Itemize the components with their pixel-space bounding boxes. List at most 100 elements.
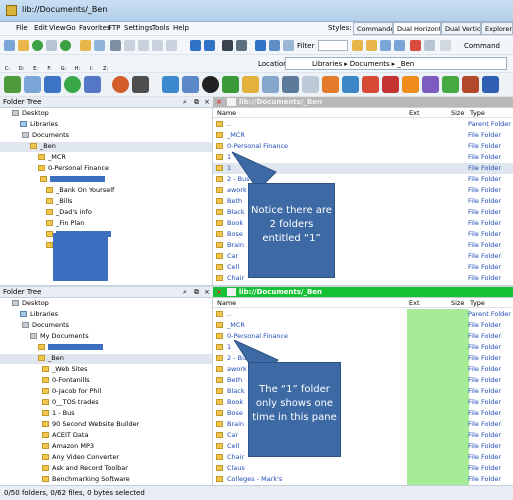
refresh-icon[interactable] [94,40,105,51]
rename-icon[interactable] [424,40,435,51]
column-type[interactable]: Type [470,109,485,117]
tree-item[interactable]: 0__TOS trades [42,398,99,408]
forward-icon[interactable] [60,40,71,51]
close-icon[interactable]: × [204,288,210,296]
drive-i-button[interactable]: I: [87,60,96,72]
column-ext[interactable]: Ext [409,109,420,117]
back-icon[interactable] [32,40,43,51]
style-tab-commander[interactable]: Commander [353,22,393,35]
close-tab-icon[interactable]: × [216,98,222,106]
menu-go[interactable]: Go [66,24,76,32]
paint-app-icon[interactable] [422,76,439,93]
copy-icon[interactable] [124,40,135,51]
search-icon[interactable]: ⌕ [183,288,187,297]
menu-edit[interactable]: Edit [34,24,48,32]
breadcrumb-ben[interactable]: _Ben [397,60,414,68]
menu-file[interactable]: File [16,24,28,32]
tools-app-icon[interactable] [24,76,41,93]
tree-item[interactable]: Documents [22,131,69,141]
tree-item[interactable]: _Bills [46,197,73,207]
column-size[interactable]: Size [451,299,464,307]
tree-item[interactable]: Amazon MP3 [42,442,94,452]
image-app-icon[interactable] [342,76,359,93]
style-tab-dual-vertical[interactable]: Dual Vertical [441,22,481,35]
bottom-path-bar[interactable]: × lib://Documents/_Ben [213,287,513,298]
ms-app-icon[interactable] [382,76,399,93]
edit-app-icon[interactable] [322,76,339,93]
excel-app-icon[interactable] [442,76,459,93]
top-path-bar[interactable]: × lib://Documents/_Ben [213,97,513,108]
powerpoint-app-icon[interactable] [462,76,479,93]
tree-item[interactable] [40,175,105,185]
popout-icon[interactable]: ⧉ [194,98,199,107]
tree-item[interactable]: Documents [22,321,69,331]
tree-item[interactable]: Benchmarking Software [42,475,130,485]
list-item[interactable]: .. Parent Folder [213,119,513,130]
pdf-app-icon[interactable] [362,76,379,93]
details-view-icon[interactable] [283,40,294,51]
ball-app-icon[interactable] [202,76,219,93]
tree-item[interactable]: 0-Personal Finance [38,164,109,174]
tree-item[interactable]: _Fin Plan [46,219,84,229]
breadcrumb-libraries[interactable]: Libraries [312,60,342,68]
drive-z-button[interactable]: Z: [101,60,110,72]
menu-ftp[interactable]: FTP [108,24,120,32]
list-item[interactable]: _MCR File Folder [213,320,513,331]
doc-app-icon[interactable] [282,76,299,93]
menu-view[interactable]: View [49,24,66,32]
column-name[interactable]: Name [217,109,236,117]
shield-app-icon[interactable] [44,76,61,93]
tree-item[interactable] [38,343,103,353]
new-tab-icon[interactable] [4,40,15,51]
layout-icon[interactable] [236,40,247,51]
drive-e-button[interactable]: E: [31,60,40,72]
tree-item[interactable]: Ask and Record Toolbar [42,464,128,474]
tree-item[interactable]: 1 - Bus [42,409,75,419]
tree-item[interactable]: ACEIT Data [42,431,88,441]
move-to-icon[interactable] [394,40,405,51]
tree-item[interactable]: Libraries [20,120,58,130]
delete-icon[interactable] [166,40,177,51]
close-icon[interactable] [410,40,421,51]
media-app-icon[interactable] [132,76,149,93]
column-ext[interactable]: Ext [409,299,420,307]
list-app-icon[interactable] [302,76,319,93]
close-icon[interactable]: × [204,98,210,106]
breadcrumb-documents[interactable]: Documents [350,60,390,68]
tree-item[interactable]: My Documents [30,332,89,342]
cut-icon[interactable] [110,40,121,51]
drive-h-button[interactable]: H: [73,60,82,72]
menu-favorites[interactable]: Favorites [79,24,111,32]
home-app-icon[interactable] [222,76,239,93]
tree-item[interactable]: Desktop [12,299,49,309]
vlc-app-icon[interactable] [402,76,419,93]
menu-tools[interactable]: Tools [152,24,169,32]
paste-icon[interactable] [138,40,149,51]
style-tab-dual-horizontal[interactable]: Dual Horizontal [393,22,441,35]
properties-icon[interactable] [204,40,215,51]
dual-pane-icon[interactable] [255,40,266,51]
word-app-icon[interactable] [482,76,499,93]
settings-app-icon[interactable] [84,76,101,93]
tree-item[interactable]: Any Video Converter [42,453,119,463]
menu-help[interactable]: Help [173,24,189,32]
tree-item[interactable]: _Dad's info [46,208,92,218]
tree-item[interactable]: _Ben [0,354,212,364]
search-icon[interactable]: ⌕ [183,98,187,107]
tree-item[interactable]: _Web Sites [42,365,87,375]
dropdown-arrow-icon[interactable] [46,40,57,51]
star-app-icon[interactable] [242,76,259,93]
drive-f-button[interactable]: F: [45,60,54,72]
tree-item[interactable]: Libraries [20,310,58,320]
command-prompt-icon[interactable] [222,40,233,51]
tree-item[interactable]: 0-Jacob for Phil [42,387,101,397]
menu-settings[interactable]: Settings [124,24,153,32]
check-app-icon[interactable] [64,76,81,93]
location-bar[interactable]: Libraries ▸ Documents ▸ _Ben [285,57,507,70]
drive-c-button[interactable]: C: [3,60,12,72]
copy-to-icon[interactable] [380,40,391,51]
browser-app-icon[interactable] [112,76,129,93]
chart-app-icon[interactable] [4,76,21,93]
list-item[interactable]: Colleges - Mark's File Folder [213,474,513,485]
tree-item[interactable]: _Ben [0,142,212,152]
